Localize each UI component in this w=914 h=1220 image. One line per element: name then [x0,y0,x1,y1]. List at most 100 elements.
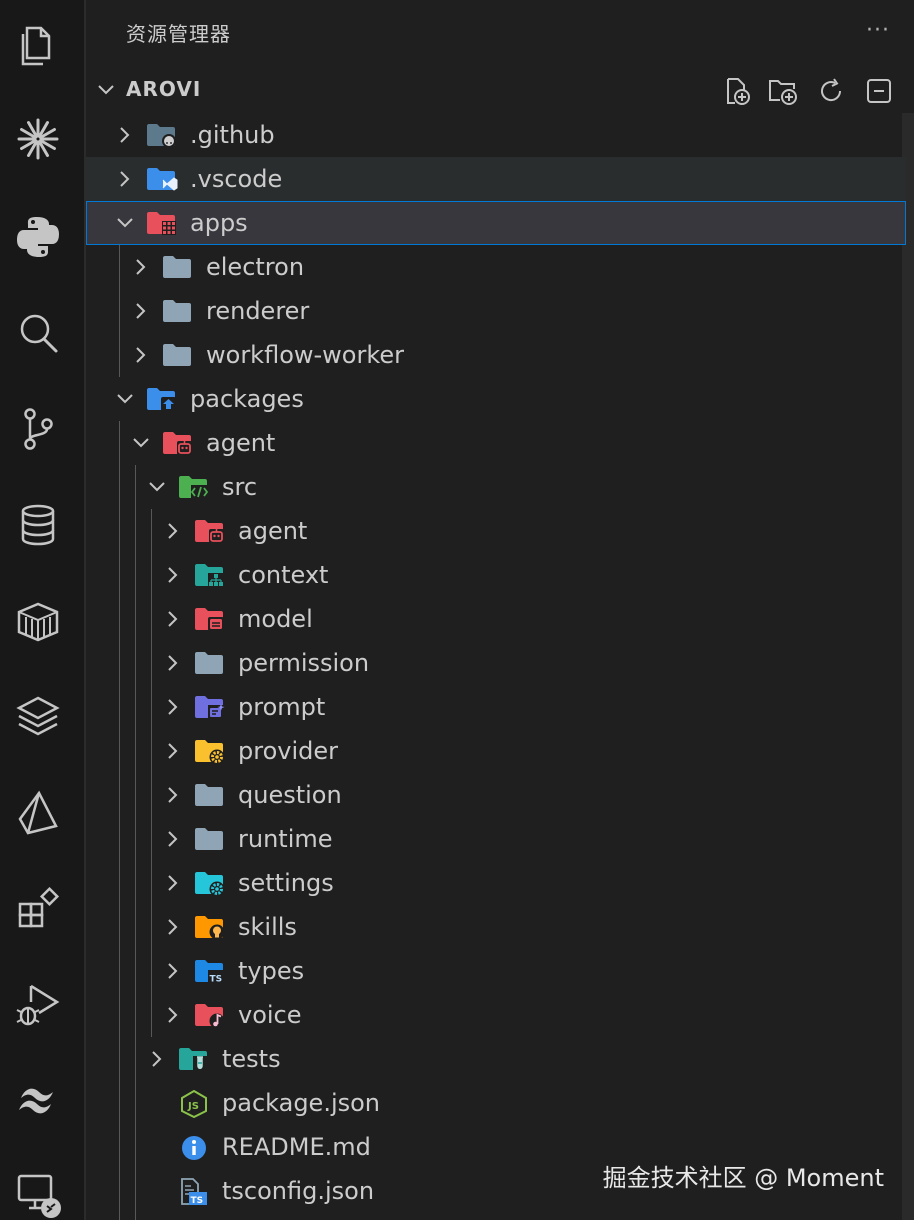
tree-folder-row[interactable]: agent [86,421,906,465]
tree-folder-row[interactable]: agent [86,509,906,553]
tree-folder-icon [194,562,226,590]
chevron-right-icon[interactable] [130,344,152,366]
new-folder-icon[interactable] [766,74,800,108]
tree-folder-row[interactable]: voice [86,993,906,1037]
chevron-right-icon[interactable] [130,256,152,278]
spark-icon[interactable] [11,112,65,166]
chevron-right-icon[interactable] [114,168,136,190]
tree-folder-row[interactable]: workflow-worker [86,333,906,377]
collapse-all-icon[interactable] [862,74,896,108]
tree-folder-row[interactable]: context [86,553,906,597]
chevron-down-icon[interactable] [130,432,152,454]
new-file-icon[interactable] [720,74,754,108]
python-icon[interactable] [11,210,65,264]
tree-item-label: tsconfig.json [222,1177,375,1205]
watermark: 掘金技术社区 @ Moment [602,1164,884,1192]
explorer-icon[interactable] [11,18,65,72]
more-actions-icon[interactable]: ··· [866,18,890,43]
run-debug-icon[interactable] [11,978,65,1032]
sidebar-title: 资源管理器 [126,22,231,46]
chevron-right-icon[interactable] [162,608,184,630]
plain-folder-icon [162,298,194,326]
tree-folder-row[interactable]: skills [86,905,906,949]
tree-folder-row[interactable]: question [86,773,906,817]
tree-folder-row[interactable]: src [86,465,906,509]
activity-bar [0,0,86,1220]
database-icon[interactable] [11,498,65,552]
chevron-right-icon[interactable] [162,828,184,850]
tree-folder-row[interactable]: electron [86,245,906,289]
gear-folder-icon [194,738,226,766]
info-file-icon [178,1134,210,1162]
workspace-section-header[interactable]: AROVI [86,68,914,112]
tailwind-icon[interactable] [11,1074,65,1128]
container-icon[interactable] [11,594,65,648]
tree-folder-row[interactable]: .github [86,113,906,157]
tree-folder-row[interactable]: permission [86,641,906,685]
chevron-right-icon[interactable] [162,872,184,894]
chevron-right-icon[interactable] [162,916,184,938]
remote-explorer-icon[interactable] [11,1166,65,1220]
indent-guide [119,245,120,377]
chevron-down-icon[interactable] [114,212,136,234]
vscode-folder-icon [146,166,178,194]
chevron-right-icon[interactable] [162,784,184,806]
packages-folder-icon [146,386,178,414]
tree-item-label: packages [190,385,304,413]
chevron-right-icon[interactable] [162,520,184,542]
tree-folder-row[interactable]: model [86,597,906,641]
svg-text:JS: JS [187,1101,199,1112]
source-control-icon[interactable] [11,402,65,456]
tsconfig-file-icon: TS [178,1178,210,1206]
chevron-right-icon[interactable] [162,652,184,674]
src-folder-icon [178,474,210,502]
tree-folder-row[interactable]: .vscode [86,157,906,201]
tree-file-row[interactable]: JS package.json [86,1081,906,1125]
robot-folder-icon [162,430,194,458]
chevron-right-icon[interactable] [162,960,184,982]
tree-folder-row[interactable]: packages [86,377,906,421]
chevron-right-icon[interactable] [130,300,152,322]
tree-folder-row[interactable]: apps [86,201,906,245]
tree-folder-row[interactable]: TS types [86,949,906,993]
github-folder-icon [146,122,178,150]
tree-item-label: workflow-worker [206,341,405,369]
tree-item-label: .vscode [190,165,283,193]
tree-folder-row[interactable]: settings [86,861,906,905]
chevron-right-icon[interactable] [146,1048,168,1070]
tree-item-label: types [238,957,305,985]
tree-item-label: context [238,561,329,589]
tree-folder-row[interactable]: renderer [86,289,906,333]
chevron-right-icon[interactable] [162,696,184,718]
tree-item-label: voice [238,1001,302,1029]
tree-item-label: prompt [238,693,326,721]
tree-folder-row[interactable]: tests [86,1037,906,1081]
tree-item-label: runtime [238,825,333,853]
tree-item-label: src [222,473,258,501]
chevron-right-icon[interactable] [162,1004,184,1026]
ts-folder-icon: TS [194,958,226,986]
tree-folder-row[interactable]: runtime [86,817,906,861]
tree-folder-row[interactable]: prompt [86,685,906,729]
plain-folder-icon [194,650,226,678]
chevron-down-icon[interactable] [146,476,168,498]
tree-item-label: apps [190,209,248,237]
tree-item-label: model [238,605,313,633]
chevron-right-icon[interactable] [162,564,184,586]
chevron-down-icon[interactable] [114,388,136,410]
refresh-icon[interactable] [814,74,848,108]
prism-icon[interactable] [11,786,65,840]
workspace-title: AROVI [126,77,202,101]
music-folder-icon [194,1002,226,1030]
extensions-icon[interactable] [11,882,65,936]
layers-icon[interactable] [11,690,65,744]
tree-item-label: README.md [222,1133,371,1161]
svg-text:TS: TS [210,975,223,985]
search-icon[interactable] [11,306,65,360]
model-folder-icon [194,606,226,634]
svg-text:TS: TS [191,1196,204,1206]
chevron-right-icon[interactable] [162,740,184,762]
chevron-right-icon[interactable] [114,124,136,146]
plain-folder-icon [194,826,226,854]
tree-folder-row[interactable]: provider [86,729,906,773]
